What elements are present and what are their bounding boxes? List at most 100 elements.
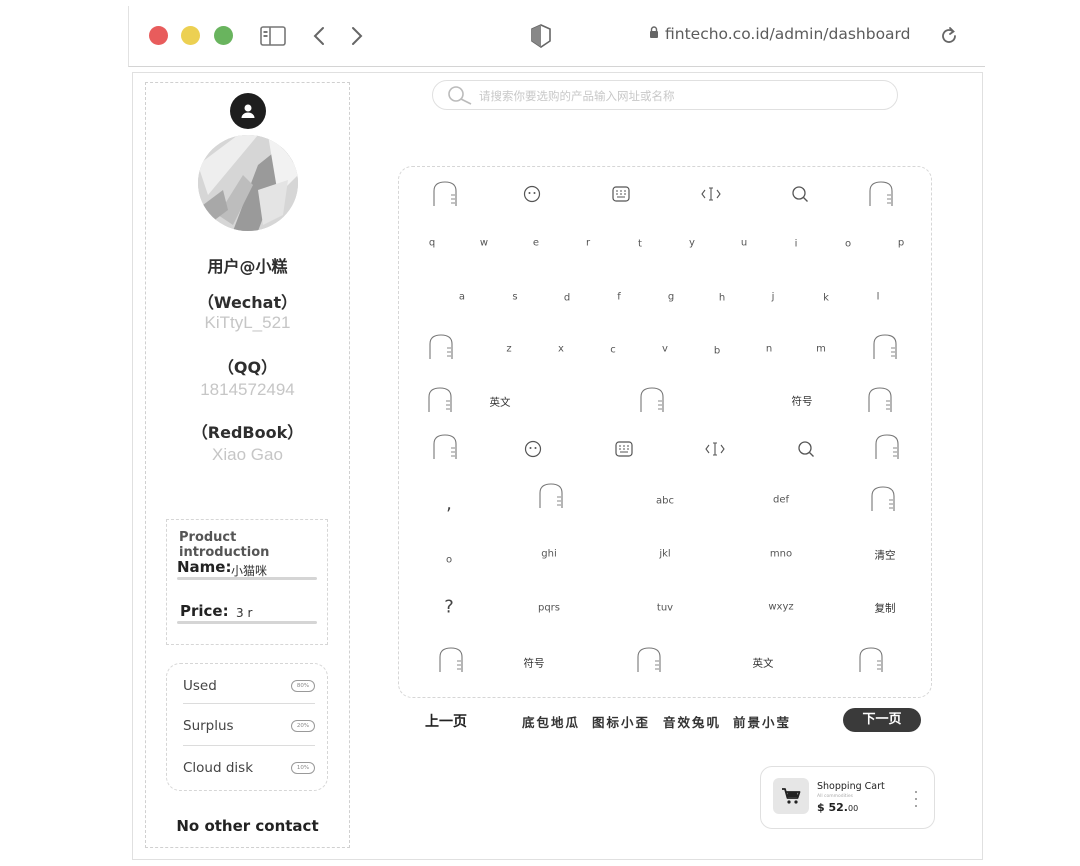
key-j[interactable]: j — [772, 292, 775, 303]
price-main: $ 52. — [817, 801, 848, 814]
key-k[interactable]: k — [823, 293, 829, 304]
search-input[interactable] — [477, 84, 881, 108]
key-c[interactable]: c — [610, 345, 616, 356]
enter-key-icon[interactable] — [866, 387, 894, 413]
usage-label: Used — [183, 678, 217, 694]
credit-tag[interactable]: 图标小歪 — [592, 712, 650, 731]
symbol-key[interactable]: 符号 — [524, 656, 545, 671]
space-key-icon[interactable] — [635, 647, 663, 673]
avatar[interactable] — [198, 135, 298, 231]
key-o[interactable]: o — [845, 239, 851, 250]
credit-tag[interactable]: 前景小莹 — [733, 712, 791, 731]
key-wxyz[interactable]: wxyz — [768, 602, 793, 613]
key-i[interactable]: i — [795, 239, 798, 250]
close-window-button[interactable] — [149, 26, 168, 45]
key-jkl[interactable]: jkl — [659, 549, 670, 560]
key-z[interactable]: z — [506, 344, 511, 355]
usage-row-used[interactable]: Used 80% — [183, 678, 315, 694]
key-r[interactable]: r — [586, 238, 590, 249]
ghost-key-icon[interactable] — [867, 181, 895, 207]
key-tuv[interactable]: tuv — [657, 603, 673, 614]
usage-row-cloud-disk[interactable]: Cloud disk 10% — [183, 760, 315, 776]
prev-page-button[interactable]: 上一页 — [425, 711, 467, 731]
next-page-button[interactable]: 下一页 — [843, 708, 921, 732]
ghost-key-icon[interactable] — [431, 434, 459, 460]
cart-price: $ 52.00 — [817, 801, 858, 814]
key-h[interactable]: h — [719, 293, 725, 304]
key-w[interactable]: w — [480, 238, 488, 249]
enter-key-icon[interactable] — [857, 647, 885, 673]
number-key-icon[interactable] — [426, 387, 454, 413]
ghost-key-icon[interactable] — [873, 434, 901, 460]
key-d[interactable]: d — [564, 293, 570, 304]
reload-icon[interactable] — [935, 24, 963, 48]
emoji-icon[interactable] — [523, 185, 541, 203]
more-options-icon[interactable] — [915, 791, 918, 812]
cursor-icon[interactable] — [705, 441, 725, 457]
ghost-key-icon[interactable] — [537, 483, 565, 509]
divider — [177, 577, 317, 580]
usage-badge: 20% — [291, 720, 315, 732]
english-switch-key[interactable]: 英文 — [490, 395, 511, 410]
key-y[interactable]: y — [689, 238, 695, 249]
cart-icon — [773, 778, 809, 814]
back-arrow-icon[interactable] — [305, 24, 333, 48]
key-def[interactable]: def — [773, 495, 789, 506]
ghost-key-icon[interactable] — [431, 181, 459, 207]
forward-arrow-icon[interactable] — [343, 24, 371, 48]
address-bar[interactable]: fintecho.co.id/admin/dashboard — [649, 25, 911, 43]
shift-key-icon[interactable] — [427, 334, 455, 360]
key-m[interactable]: m — [816, 344, 826, 355]
english-switch-key[interactable]: 英文 — [753, 656, 774, 671]
key-pqrs[interactable]: pqrs — [538, 603, 560, 614]
user-icon[interactable] — [230, 93, 266, 129]
profile-sidebar: 用户@小糕 （Wechat） KiTtyL_521 （QQ） 181457249… — [145, 82, 350, 848]
space-key-icon[interactable] — [638, 387, 666, 413]
keyboard-icon[interactable] — [615, 441, 633, 457]
key-mno[interactable]: mno — [770, 549, 792, 560]
key-b[interactable]: b — [714, 346, 720, 357]
browser-toolbar: fintecho.co.id/admin/dashboard — [128, 6, 985, 67]
key-u[interactable]: u — [741, 238, 747, 249]
copy-key[interactable]: 复制 — [875, 601, 896, 616]
credit-tag[interactable]: 底包地瓜 — [522, 712, 580, 731]
wechat-id: KiTtyL_521 — [204, 313, 291, 332]
clear-key[interactable]: 清空 — [875, 548, 896, 563]
key-e[interactable]: e — [533, 238, 539, 249]
number-key-icon[interactable] — [437, 647, 465, 673]
maximize-window-button[interactable] — [214, 26, 233, 45]
symbol-key[interactable]: 符号 — [792, 394, 813, 409]
credit-tag[interactable]: 音效兔叽 — [663, 712, 721, 731]
sidebar-toggle-icon[interactable] — [259, 24, 287, 48]
key-t[interactable]: t — [638, 239, 642, 250]
key-abc[interactable]: abc — [656, 496, 674, 507]
key-l[interactable]: l — [877, 292, 880, 303]
key-s[interactable]: s — [512, 292, 517, 303]
minimize-window-button[interactable] — [181, 26, 200, 45]
product-name-label: Name: — [177, 558, 232, 576]
question-key[interactable]: ? — [444, 597, 454, 618]
cursor-icon[interactable] — [701, 186, 721, 202]
key-ghi[interactable]: ghi — [541, 549, 556, 560]
usage-row-surplus[interactable]: Surplus 20% — [183, 718, 315, 734]
key-p[interactable]: p — [898, 238, 904, 249]
search-icon[interactable] — [797, 440, 815, 458]
shield-icon[interactable] — [527, 24, 555, 48]
key-q[interactable]: q — [429, 238, 435, 249]
key-o[interactable]: o — [446, 555, 452, 566]
key-f[interactable]: f — [617, 292, 621, 303]
search-icon[interactable] — [791, 185, 809, 203]
keyboard-icon[interactable] — [612, 186, 630, 202]
emoji-icon[interactable] — [524, 440, 542, 458]
key-a[interactable]: a — [459, 292, 465, 303]
shopping-cart-card[interactable]: Shopping Cart All commodities $ 52.00 — [760, 766, 935, 829]
delete-key-icon[interactable] — [871, 334, 899, 360]
search-bar[interactable] — [432, 80, 898, 110]
delete-key-icon[interactable] — [869, 486, 897, 512]
key-v[interactable]: v — [662, 344, 668, 355]
search-icon[interactable] — [447, 85, 473, 109]
comma-key[interactable]: , — [446, 494, 452, 515]
key-n[interactable]: n — [766, 344, 772, 355]
key-x[interactable]: x — [558, 344, 564, 355]
key-g[interactable]: g — [668, 292, 674, 303]
